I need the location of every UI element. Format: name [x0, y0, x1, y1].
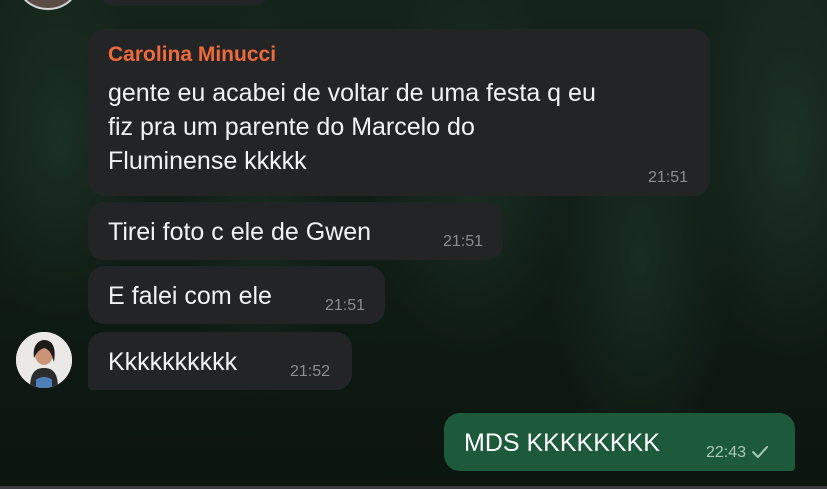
message-text: gente eu acabei de voltar de uma festa q… — [108, 76, 698, 178]
message-bubble-partial[interactable] — [100, 0, 268, 6]
contact-avatar[interactable] — [16, 332, 72, 388]
message-text: Tirei foto c ele de Gwen — [108, 218, 372, 246]
message-text: Kkkkkkkkkk — [108, 348, 238, 376]
message-line: fiz pra um parente do Marcelo do — [108, 113, 475, 141]
message-text: MDS KKKKKKKK — [464, 429, 660, 457]
message-time: 21:52 — [289, 363, 330, 380]
person-photo-icon — [16, 332, 72, 388]
message-time: 21:51 — [647, 169, 688, 186]
message-line: gente eu acabei de voltar de uma festa q… — [108, 79, 596, 107]
sender-name[interactable]: Carolina Minucci — [108, 43, 276, 67]
message-bubble[interactable]: E falei com ele 21:51 — [88, 266, 385, 324]
message-time: 21:51 — [324, 297, 365, 314]
message-bubble[interactable]: Kkkkkkkkkk 21:52 — [88, 332, 352, 390]
message-time: 22:43 — [705, 444, 746, 461]
message-text: E falei com ele — [108, 282, 272, 310]
message-bubble[interactable]: Tirei foto c ele de Gwen 21:51 — [88, 202, 503, 260]
single-check-icon — [752, 446, 768, 458]
message-time: 21:51 — [442, 233, 483, 250]
outgoing-message-bubble[interactable]: MDS KKKKKKKK 22:43 — [444, 413, 795, 471]
message-line: Fluminense kkkkk — [108, 147, 307, 175]
message-bubble[interactable]: Carolina Minucci gente eu acabei de volt… — [88, 29, 710, 196]
